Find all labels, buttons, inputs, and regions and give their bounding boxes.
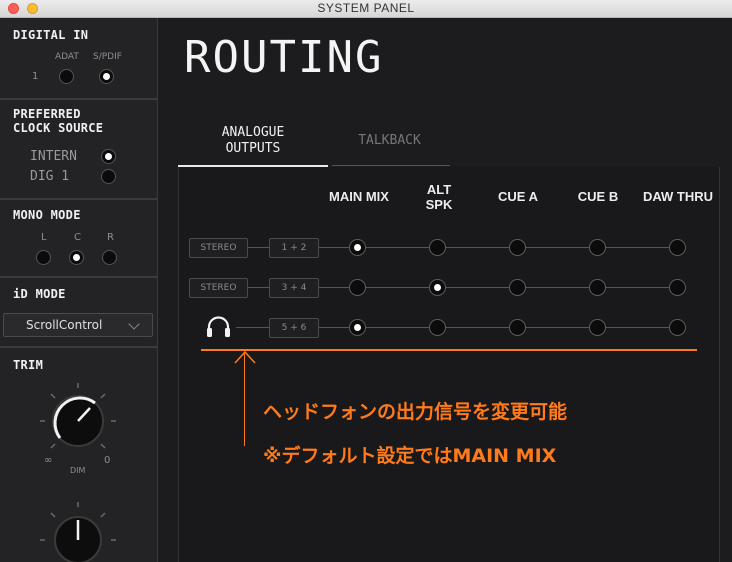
intern-radio[interactable] [101,149,116,164]
trim-heading: TRIM [13,358,44,372]
matrix-node-cue-b[interactable] [589,279,606,296]
annotation-text-line2: ※デフォルト設定ではMAIN MIX [263,445,557,467]
annotation-underline [201,349,697,351]
mono-c-label: C [74,232,81,243]
column-alt-spk: ALT SPK [418,182,460,212]
mono-l-radio[interactable] [36,250,51,265]
adat-label: ADAT [55,52,79,62]
mono-r-radio[interactable] [102,250,117,265]
adat-radio[interactable] [59,69,74,84]
dim-knob[interactable] [38,500,118,562]
id-mode-heading: iD MODE [13,287,66,301]
mono-r-label: R [107,232,114,243]
matrix-node-main-mix[interactable] [349,279,366,296]
matrix-node-cue-a[interactable] [509,239,526,256]
window-title: SYSTEM PANEL [317,1,415,15]
tab-label-line2: OUTPUTS [225,141,281,156]
matrix-node-daw-thru[interactable] [669,319,686,336]
column-daw-thru: DAW THRU [642,189,714,204]
column-alt-spk-line2: SPK [425,197,453,212]
matrix-node-cue-a[interactable] [509,319,526,336]
title-bar: SYSTEM PANEL [0,0,732,18]
tab-label: TALKBACK [358,133,421,148]
column-cue-a: CUE A [498,189,538,204]
mono-c-radio[interactable] [69,250,84,265]
dig1-radio[interactable] [101,169,116,184]
matrix-node-main-mix[interactable] [349,239,366,256]
channel-pair-label: 3 + 4 [269,278,319,298]
annotation-text-line1: ヘッドフォンの出力信号を変更可能 [263,401,568,423]
matrix-node-cue-b[interactable] [589,319,606,336]
tab-label-line1: ANALOGUE [221,125,285,140]
mono-mode-section: MONO MODE L C R [0,200,157,278]
mono-l-label: L [41,232,47,243]
stereo-button[interactable]: STEREO [189,278,248,298]
matrix-node-daw-thru[interactable] [669,279,686,296]
page-title: ROUTING [184,32,384,83]
intern-label: INTERN [30,149,77,164]
routing-matrix-panel [178,167,720,562]
channel-pair-label: 1 + 2 [269,238,319,258]
matrix-node-cue-b[interactable] [589,239,606,256]
column-cue-b: CUE B [577,189,619,204]
trim-knob[interactable] [38,381,118,461]
clock-heading-line2: CLOCK SOURCE [13,121,104,135]
digital-in-heading: DIGITAL IN [13,28,89,42]
dim-label: DIM [70,466,86,475]
channel-pair-label: 5 + 6 [269,318,319,338]
matrix-node-daw-thru[interactable] [669,239,686,256]
mono-mode-heading: MONO MODE [13,208,81,222]
digital-in-row-label: 1 [32,71,39,82]
matrix-node-main-mix[interactable] [349,319,366,336]
clock-heading-line1: PREFERRED [13,107,81,121]
stereo-button[interactable]: STEREO [189,238,248,258]
tab-talkback[interactable]: TALKBACK [332,133,447,149]
id-mode-value: ScrollControl [26,318,103,332]
spdif-radio[interactable] [99,69,114,84]
trim-min-label: ∞ [44,455,53,466]
dig1-label: DIG 1 [30,169,70,184]
matrix-node-cue-a[interactable] [509,279,526,296]
trim-max-label: 0 [104,455,111,466]
chevron-down-icon [128,318,140,330]
arrow-up-icon [234,350,256,364]
digital-in-section: DIGITAL IN ADAT S/PDIF 1 [0,18,157,100]
clock-source-section: PREFERRED CLOCK SOURCE INTERN DIG 1 [0,100,157,200]
column-main-mix: MAIN MIX [329,189,389,204]
annotation-arrow-line [244,352,245,446]
spdif-label: S/PDIF [93,52,122,62]
column-alt-spk-line1: ALT [426,182,452,197]
sidebar: DIGITAL IN ADAT S/PDIF 1 PREFERRED CLOCK… [0,18,158,562]
matrix-node-alt-spk[interactable] [429,239,446,256]
matrix-node-alt-spk[interactable] [429,279,446,296]
id-mode-select[interactable]: ScrollControl [3,313,153,337]
tab-divider [332,165,450,166]
headphones-icon [207,316,230,337]
tab-analogue-outputs[interactable]: ANALOGUE OUTPUTS [178,125,328,157]
matrix-node-alt-spk[interactable] [429,319,446,336]
